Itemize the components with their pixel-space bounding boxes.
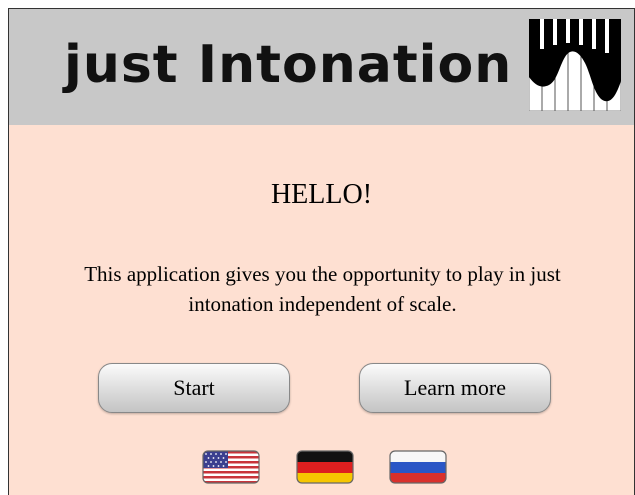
german-flag-icon[interactable] (296, 450, 354, 484)
app-description: This application gives you the opportuni… (84, 262, 561, 316)
app-title: just Intonation (64, 35, 513, 95)
start-button[interactable]: Start (98, 363, 290, 413)
app-window: just Intonation HELLO! This application … (8, 8, 635, 495)
greeting-heading: HELLO! (270, 179, 373, 210)
russian-flag-icon[interactable] (389, 450, 447, 484)
us-flag-icon[interactable] (202, 450, 260, 484)
app-header: just Intonation (9, 9, 634, 125)
learn-more-button[interactable]: Learn more (359, 363, 551, 413)
piano-keys-logo-icon (529, 19, 621, 111)
